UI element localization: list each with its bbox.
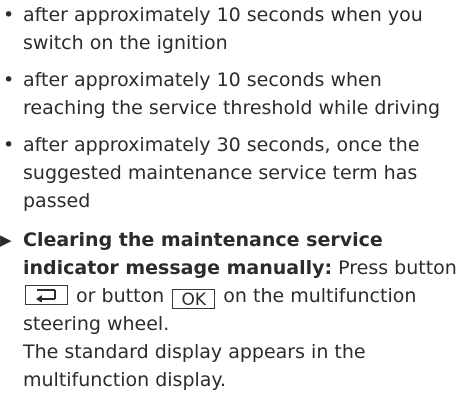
- ok-button-key: OK: [172, 289, 216, 310]
- list-item-text: after approximately 10 seconds when you …: [23, 4, 423, 54]
- list-item: • after approximately 10 seconds when yo…: [0, 1, 463, 57]
- manual-page: • after approximately 10 seconds when yo…: [0, 0, 463, 420]
- list-item: • after approximately 10 seconds when re…: [0, 66, 463, 122]
- back-arrow-icon: [36, 289, 56, 302]
- back-button-key: [25, 285, 68, 305]
- step-result: The standard display appears in the mult…: [23, 341, 366, 391]
- list-item-text: after approximately 10 seconds when reac…: [23, 69, 441, 119]
- bullet-icon: •: [3, 4, 15, 26]
- step-text-middle: or button: [76, 285, 165, 307]
- list-item-text: after approximately 30 seconds, once the…: [23, 134, 420, 212]
- list-item: • after approximately 30 seconds, once t…: [0, 131, 463, 215]
- condition-list: • after approximately 10 seconds when yo…: [0, 1, 463, 215]
- instruction-step: ▶ Clearing the maintenance service indic…: [0, 226, 463, 394]
- step-arrow-icon: ▶: [0, 231, 12, 249]
- bullet-icon: •: [3, 134, 15, 156]
- step-text-before: Press button: [338, 257, 457, 279]
- bullet-icon: •: [3, 69, 15, 91]
- step-title: Clearing the maintenance service indicat…: [23, 229, 383, 279]
